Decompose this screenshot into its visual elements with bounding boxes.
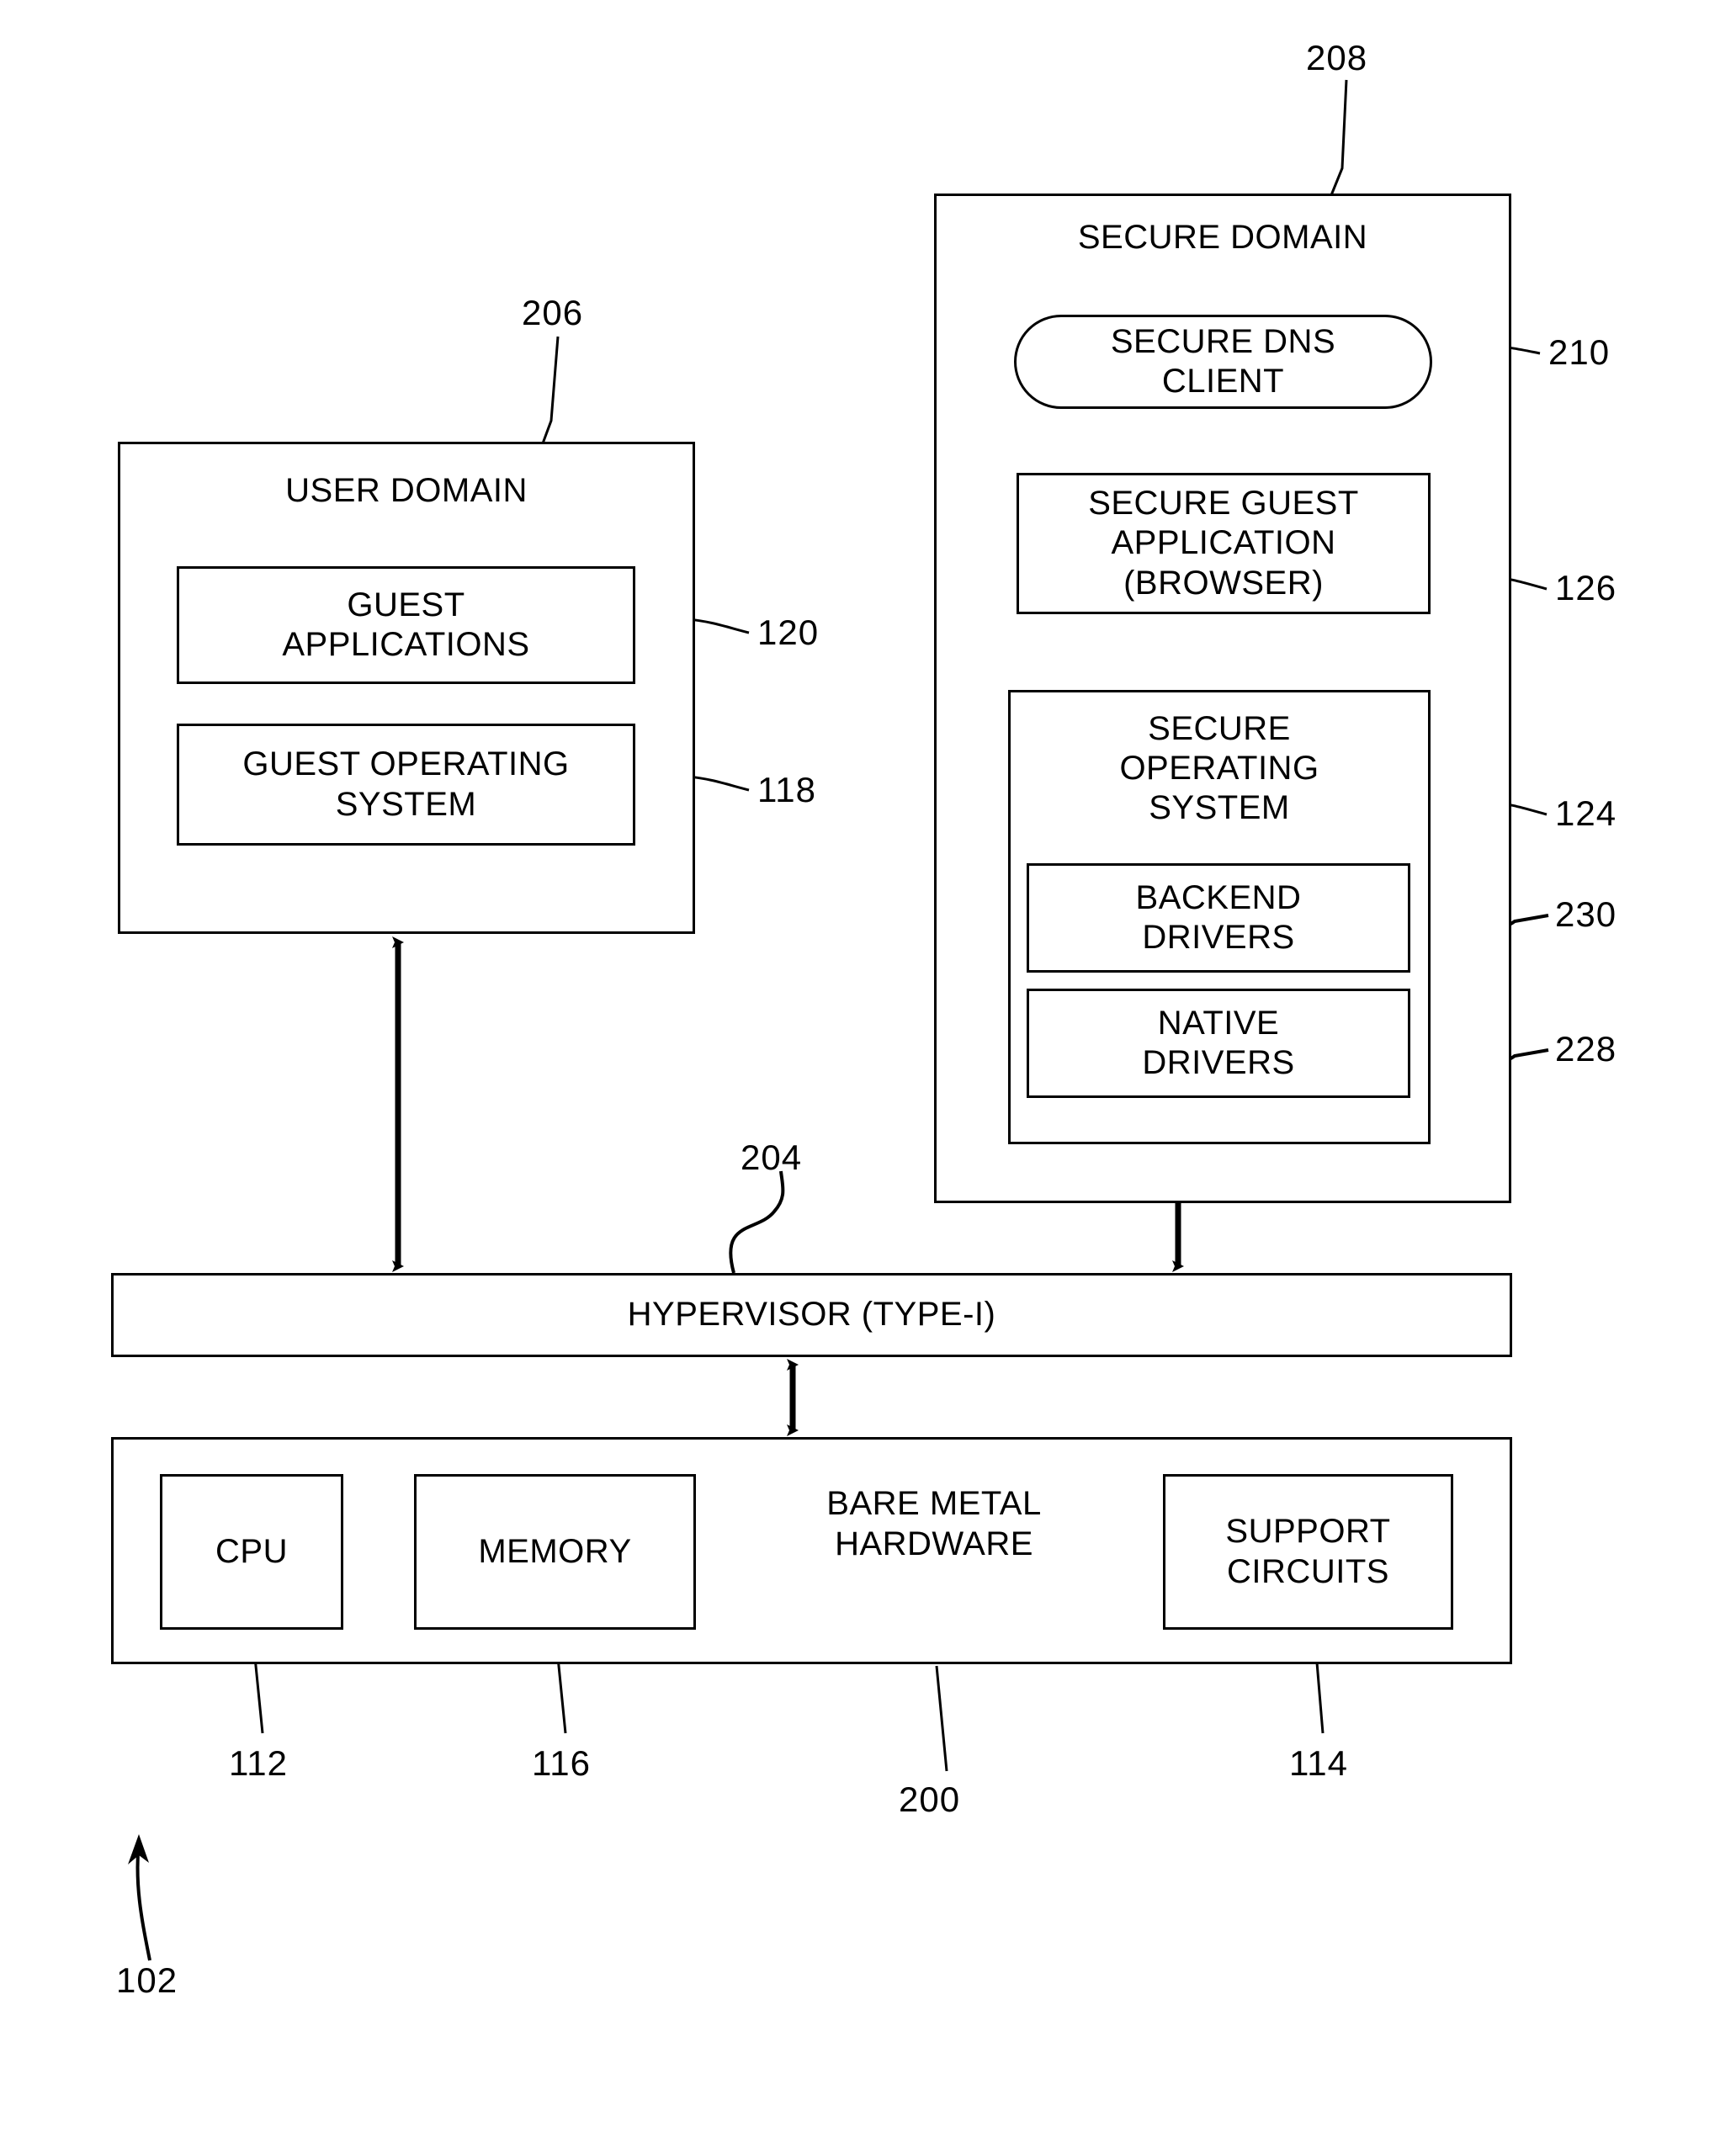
user-domain-container: USER DOMAIN — [118, 442, 695, 934]
patent-figure: USER DOMAIN GUEST APPLICATIONS GUEST OPE… — [0, 0, 1736, 2148]
leader-208 — [1330, 79, 1348, 196]
guest-applications-label: GUEST APPLICATIONS — [282, 586, 530, 663]
secure-domain-title: SECURE DOMAIN — [1077, 219, 1368, 256]
leader-206 — [541, 336, 560, 444]
secure-guest-application-block: SECURE GUEST APPLICATION (BROWSER) — [1017, 473, 1431, 614]
leader-102-arrowhead — [128, 1834, 149, 1864]
ref-numeral-208: 208 — [1306, 38, 1368, 77]
bare-metal-hardware-label: BARE METAL HARDWARE — [826, 1485, 1042, 1562]
ref-numeral-200: 200 — [899, 1779, 961, 1819]
ref-numeral-112: 112 — [229, 1743, 288, 1783]
ref-numeral-114: 114 — [1289, 1743, 1348, 1783]
secure-dns-client-label: SECURE DNS CLIENT — [1110, 322, 1336, 400]
guest-operating-system-label: GUEST OPERATING SYSTEM — [242, 745, 570, 823]
ref-numeral-102: 102 — [116, 1960, 178, 2000]
native-drivers-label: NATIVE DRIVERS — [1142, 1004, 1295, 1081]
leader-200 — [935, 1665, 948, 1772]
secure-dns-client-block: SECURE DNS CLIENT — [1014, 315, 1432, 409]
memory-block: MEMORY — [414, 1474, 696, 1630]
backend-drivers-label: BACKEND DRIVERS — [1135, 878, 1302, 956]
secure-guest-application-label: SECURE GUEST APPLICATION (BROWSER) — [1088, 485, 1359, 602]
guest-applications-block: GUEST APPLICATIONS — [177, 566, 635, 684]
native-drivers-block: NATIVE DRIVERS — [1027, 989, 1410, 1098]
ref-numeral-228: 228 — [1555, 1029, 1617, 1069]
ref-numeral-126: 126 — [1555, 568, 1617, 607]
ref-numeral-116: 116 — [532, 1743, 591, 1783]
secure-operating-system-label: SECURE OPERATING SYSTEM — [1119, 710, 1319, 827]
ref-numeral-124: 124 — [1555, 793, 1617, 833]
cpu-block: CPU — [160, 1474, 343, 1630]
ref-numeral-206: 206 — [522, 293, 584, 332]
ref-numeral-204: 204 — [741, 1138, 803, 1177]
leader-102 — [135, 1840, 151, 1961]
ref-numeral-118: 118 — [757, 770, 816, 809]
guest-operating-system-block: GUEST OPERATING SYSTEM — [177, 724, 635, 846]
hypervisor-label: HYPERVISOR (TYPE-I) — [627, 1296, 996, 1334]
cpu-label: CPU — [215, 1532, 288, 1570]
hypervisor-block: HYPERVISOR (TYPE-I) — [111, 1273, 1512, 1357]
backend-drivers-block: BACKEND DRIVERS — [1027, 863, 1410, 973]
ref-numeral-210: 210 — [1548, 332, 1611, 372]
ref-numeral-120: 120 — [757, 613, 820, 652]
ref-numeral-230: 230 — [1555, 894, 1617, 934]
memory-label: MEMORY — [478, 1532, 632, 1570]
leader-204 — [729, 1170, 785, 1274]
support-circuits-label: SUPPORT CIRCUITS — [1225, 1513, 1391, 1590]
support-circuits-block: SUPPORT CIRCUITS — [1163, 1474, 1453, 1630]
user-domain-title: USER DOMAIN — [285, 472, 528, 509]
